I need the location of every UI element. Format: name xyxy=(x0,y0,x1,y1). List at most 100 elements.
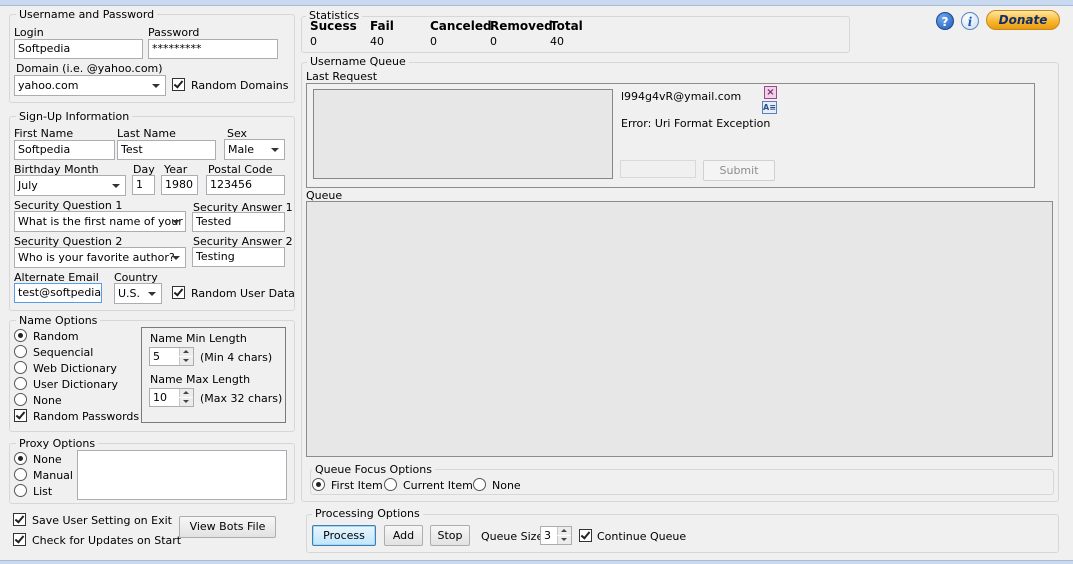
save-user-setting-label[interactable]: Save User Setting on Exit xyxy=(32,514,172,527)
window-bottom-border xyxy=(0,560,1073,564)
continue-queue-checkbox[interactable] xyxy=(579,529,592,542)
random-domains-checkbox[interactable] xyxy=(172,78,185,91)
stepper-up-icon[interactable] xyxy=(557,527,571,535)
domain-label: Domain (i.e. @yahoo.com) xyxy=(16,62,163,75)
process-button[interactable]: Process xyxy=(312,525,376,546)
name-user-dictionary-radio[interactable] xyxy=(14,377,27,390)
stat-value: 40 xyxy=(370,35,384,48)
password-label: Password xyxy=(148,26,200,39)
queue-size-label: Queue Size xyxy=(481,530,544,543)
info-icon[interactable]: i xyxy=(961,12,979,30)
queue-list[interactable] xyxy=(306,201,1053,457)
stepper-down-icon[interactable] xyxy=(557,536,571,544)
day-input[interactable]: 1 xyxy=(132,175,155,195)
name-max-length-label: Name Max Length xyxy=(150,373,251,386)
random-passwords-label[interactable]: Random Passwords xyxy=(33,410,139,423)
random-user-data-label[interactable]: Random User Data xyxy=(191,287,295,300)
last-request-error: Error: Uri Format Exception xyxy=(621,117,771,130)
name-max-length-stepper[interactable]: 10 xyxy=(149,388,194,407)
postal-code-input[interactable]: 123456 xyxy=(206,175,285,195)
queue-size-stepper[interactable]: 3 xyxy=(540,526,572,545)
proxy-manual-label[interactable]: Manual xyxy=(33,469,73,482)
domain-dropdown[interactable]: yahoo.com xyxy=(14,75,166,96)
name-options-group-title: Name Options xyxy=(16,315,101,327)
stop-button[interactable]: Stop xyxy=(430,525,470,546)
stat-header: Total xyxy=(550,19,583,33)
focus-first-item-radio[interactable] xyxy=(312,478,325,491)
last-request-email: l994g4vR@ymail.com xyxy=(621,90,742,103)
stat-value: 40 xyxy=(550,35,564,48)
add-button[interactable]: Add xyxy=(384,525,423,546)
first-name-input[interactable]: Softpedia xyxy=(14,140,115,160)
password-input[interactable]: ********* xyxy=(148,39,278,59)
focus-none-radio[interactable] xyxy=(473,478,486,491)
focus-first-item-label[interactable]: First Item xyxy=(331,479,383,492)
name-random-radio[interactable] xyxy=(14,329,27,342)
login-input[interactable]: Softpedia xyxy=(14,39,143,59)
proxy-list-radio[interactable] xyxy=(14,484,27,497)
captcha-input[interactable] xyxy=(620,160,696,178)
last-name-label: Last Name xyxy=(117,127,176,140)
security-question-1-dropdown[interactable]: What is the first name of your fa xyxy=(14,211,186,232)
stepper-down-icon[interactable] xyxy=(179,357,193,365)
window-top-border xyxy=(0,0,1073,6)
proxy-list-textarea[interactable] xyxy=(77,450,287,500)
random-passwords-checkbox[interactable] xyxy=(14,409,27,422)
stat-value: 0 xyxy=(490,35,497,48)
proxy-list-label[interactable]: List xyxy=(33,485,52,498)
name-max-hint: (Max 32 chars) xyxy=(200,392,283,405)
focus-current-item-radio[interactable] xyxy=(384,478,397,491)
queue-size-value: 3 xyxy=(544,529,551,542)
stepper-up-icon[interactable] xyxy=(179,348,193,356)
proxy-manual-radio[interactable] xyxy=(14,468,27,481)
security-answer-1-input[interactable]: Tested xyxy=(192,212,285,232)
security-answer-2-input[interactable]: Testing xyxy=(192,247,285,267)
random-user-data-checkbox[interactable] xyxy=(172,286,185,299)
name-none-radio[interactable] xyxy=(14,393,27,406)
help-icon[interactable]: ? xyxy=(936,12,954,30)
text-format-icon[interactable]: A≡ xyxy=(762,101,777,114)
donate-button[interactable]: Donate xyxy=(986,10,1060,30)
security-question-2-dropdown[interactable]: Who is your favorite author? xyxy=(14,247,186,268)
name-none-label[interactable]: None xyxy=(33,394,62,407)
name-sequencial-radio[interactable] xyxy=(14,345,27,358)
stat-header: Canceled xyxy=(430,19,492,33)
name-max-length-value: 10 xyxy=(153,391,167,404)
last-name-input[interactable]: Test xyxy=(117,140,216,160)
proxy-none-label[interactable]: None xyxy=(33,453,62,466)
signup-group-title: Sign-Up Information xyxy=(16,111,133,123)
username-queue-group-title: Username Queue xyxy=(307,56,409,68)
proxy-none-radio[interactable] xyxy=(14,452,27,465)
stat-value: 0 xyxy=(310,35,317,48)
year-input[interactable]: 1980 xyxy=(161,175,198,195)
sex-dropdown[interactable]: Male xyxy=(224,139,285,160)
check-updates-label[interactable]: Check for Updates on Start xyxy=(32,534,181,547)
check-updates-checkbox[interactable] xyxy=(13,533,26,546)
name-min-length-stepper[interactable]: 5 xyxy=(149,347,194,366)
name-random-label[interactable]: Random xyxy=(33,330,79,343)
view-bots-file-button[interactable]: View Bots File xyxy=(179,516,276,538)
country-dropdown[interactable]: U.S. xyxy=(114,283,162,304)
name-web-dictionary-radio[interactable] xyxy=(14,361,27,374)
name-user-dictionary-label[interactable]: User Dictionary xyxy=(33,378,118,391)
save-user-setting-checkbox[interactable] xyxy=(13,513,26,526)
alternate-email-input[interactable]: test@softpedia.co xyxy=(14,283,102,303)
queue-focus-group-title: Queue Focus Options xyxy=(312,464,435,476)
credentials-group-title: Username and Password xyxy=(16,9,158,21)
focus-current-item-label[interactable]: Current Item xyxy=(403,479,473,492)
stepper-down-icon[interactable] xyxy=(179,398,193,406)
submit-button[interactable]: Submit xyxy=(703,160,775,181)
continue-queue-label[interactable]: Continue Queue xyxy=(597,530,686,543)
remove-request-icon[interactable]: × xyxy=(764,86,777,99)
last-request-label: Last Request xyxy=(306,70,378,83)
processing-options-group-title: Processing Options xyxy=(312,508,423,520)
name-web-dictionary-label[interactable]: Web Dictionary xyxy=(33,362,117,375)
name-min-hint: (Min 4 chars) xyxy=(200,351,273,364)
stepper-up-icon[interactable] xyxy=(179,389,193,397)
birth-month-dropdown[interactable]: July xyxy=(14,175,126,196)
stat-header: Fail xyxy=(370,19,394,33)
stat-header: Sucess xyxy=(310,19,357,33)
focus-none-label[interactable]: None xyxy=(492,479,521,492)
random-domains-label[interactable]: Random Domains xyxy=(191,79,288,92)
name-sequencial-label[interactable]: Sequencial xyxy=(33,346,93,359)
